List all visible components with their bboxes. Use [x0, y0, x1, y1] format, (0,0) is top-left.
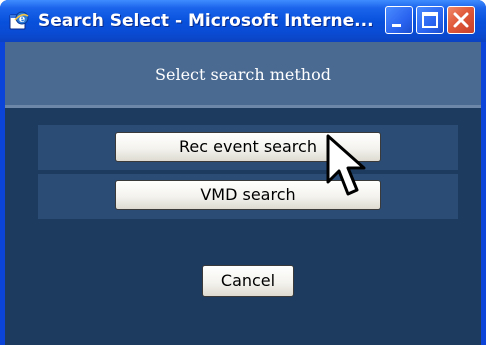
title-bar[interactable]: e Search Select - Microsoft Interne... — [0, 0, 486, 42]
header-divider — [5, 105, 481, 108]
window-title: Search Select - Microsoft Interne... — [38, 11, 374, 31]
arrow-cursor-icon — [326, 134, 380, 210]
maximize-button[interactable] — [416, 6, 444, 34]
dialog-content: Select search method Rec event search VM… — [5, 42, 481, 345]
close-button[interactable] — [447, 6, 475, 34]
cancel-button[interactable]: Cancel — [202, 265, 294, 297]
dialog-heading: Select search method — [155, 65, 331, 84]
browser-window: e Search Select - Microsoft Interne... S… — [0, 0, 486, 345]
dialog-header: Select search method — [5, 42, 481, 105]
minimize-button[interactable] — [385, 6, 413, 34]
internet-explorer-icon: e — [8, 10, 30, 32]
